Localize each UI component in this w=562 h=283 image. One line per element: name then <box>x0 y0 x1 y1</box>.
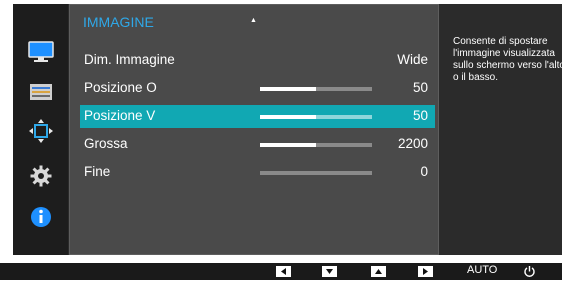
auto-label[interactable]: AUTO <box>467 264 497 276</box>
monitor-icon <box>28 41 54 62</box>
up-arrow-icon <box>375 269 382 274</box>
resize-arrows-icon <box>29 119 53 143</box>
sidebar-item-info[interactable] <box>22 203 60 231</box>
description-text: Consente di spostare l'immagine visualiz… <box>453 36 562 83</box>
slider-track[interactable] <box>260 143 372 147</box>
slider-fill <box>260 87 316 91</box>
left-arrow-icon <box>281 268 286 275</box>
sidebar-item-size-position[interactable] <box>22 117 60 145</box>
slider-track[interactable] <box>260 87 372 91</box>
right-key[interactable] <box>418 266 433 277</box>
down-arrow-icon <box>326 269 333 274</box>
menu-row-fine[interactable]: Fine 0 <box>80 161 435 184</box>
row-label: Grossa <box>84 136 128 151</box>
row-value: Wide <box>397 52 428 67</box>
row-value: 50 <box>412 108 428 123</box>
left-key[interactable] <box>276 266 291 277</box>
row-label: Posizione O <box>84 80 157 95</box>
row-value: 50 <box>412 80 428 95</box>
sidebar-item-settings[interactable] <box>22 162 60 190</box>
row-label: Dim. Immagine <box>84 52 175 67</box>
menu-row-v-position[interactable]: Posizione V 50 <box>80 105 435 128</box>
menu-row-coarse[interactable]: Grossa 2200 <box>80 133 435 156</box>
osd-menu: IMMAGINE ▲ Dim. Immagine Wide Posizione … <box>13 4 562 255</box>
right-arrow-icon <box>423 268 428 275</box>
menu-row-h-position[interactable]: Posizione O 50 <box>80 77 435 100</box>
slider-fill <box>260 143 316 147</box>
menu-panel: IMMAGINE ▲ Dim. Immagine Wide Posizione … <box>69 4 439 255</box>
row-label: Fine <box>84 164 111 179</box>
scroll-up-icon: ▲ <box>250 17 257 24</box>
slider-track[interactable] <box>260 171 372 175</box>
button-guide-bar: AUTO <box>0 263 562 280</box>
power-button[interactable] <box>523 265 536 283</box>
sidebar-item-picture[interactable] <box>22 38 60 66</box>
sidebar <box>13 4 68 255</box>
description-panel: Consente di spostare l'immagine visualiz… <box>439 4 562 255</box>
row-value: 2200 <box>397 136 428 151</box>
slider-track[interactable] <box>260 115 372 119</box>
color-bars-icon <box>30 84 52 100</box>
sidebar-item-color[interactable] <box>22 78 60 106</box>
info-icon <box>31 207 51 227</box>
up-key[interactable] <box>371 266 386 277</box>
slider-fill <box>260 115 316 119</box>
row-label: Posizione V <box>84 108 156 123</box>
row-value: 0 <box>420 164 428 179</box>
menu-row-picture-size[interactable]: Dim. Immagine Wide <box>80 49 435 72</box>
down-key[interactable] <box>322 266 337 277</box>
gear-icon <box>30 165 52 187</box>
power-icon <box>524 266 535 277</box>
menu-title: IMMAGINE <box>83 14 154 30</box>
